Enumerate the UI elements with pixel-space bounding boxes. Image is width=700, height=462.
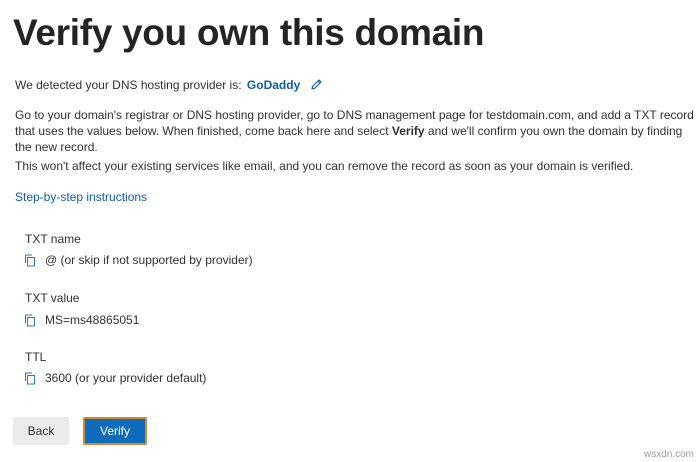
back-button[interactable]: Back: [13, 417, 69, 445]
provider-name: GoDaddy: [246, 78, 301, 92]
copy-icon[interactable]: [24, 254, 36, 267]
txt-value-row: MS=ms48865051: [24, 313, 139, 327]
txt-name-label: TXT name: [25, 232, 81, 246]
copy-icon[interactable]: [24, 372, 36, 385]
ttl-value: 3600 (or your provider default): [45, 371, 207, 385]
instructions-verify-bold: Verify: [391, 124, 425, 138]
ttl-row: 3600 (or your provider default): [24, 371, 206, 385]
step-by-step-link[interactable]: Step-by-step instructions: [15, 190, 147, 204]
txt-value-label: TXT value: [25, 291, 80, 305]
txt-value-value: MS=ms48865051: [45, 313, 140, 327]
txt-name-value: @ (or skip if not supported by provider): [45, 253, 253, 267]
no-impact-note: This won't affect your existing services…: [15, 159, 634, 173]
verify-button[interactable]: Verify: [83, 417, 147, 445]
detected-provider-line: We detected your DNS hosting provider is…: [15, 78, 323, 92]
detected-provider-prefix: We detected your DNS hosting provider is…: [15, 78, 242, 92]
page-title: Verify you own this domain: [13, 12, 485, 53]
ttl-label: TTL: [25, 350, 47, 364]
copy-icon[interactable]: [24, 314, 36, 327]
instructions-paragraph: Go to your domain's registrar or DNS hos…: [15, 107, 695, 155]
verify-domain-page: Verify you own this domain We detected y…: [0, 0, 700, 462]
watermark: wsxdn.com: [643, 449, 694, 460]
pencil-icon[interactable]: [310, 78, 323, 91]
txt-name-row: @ (or skip if not supported by provider): [24, 253, 253, 267]
